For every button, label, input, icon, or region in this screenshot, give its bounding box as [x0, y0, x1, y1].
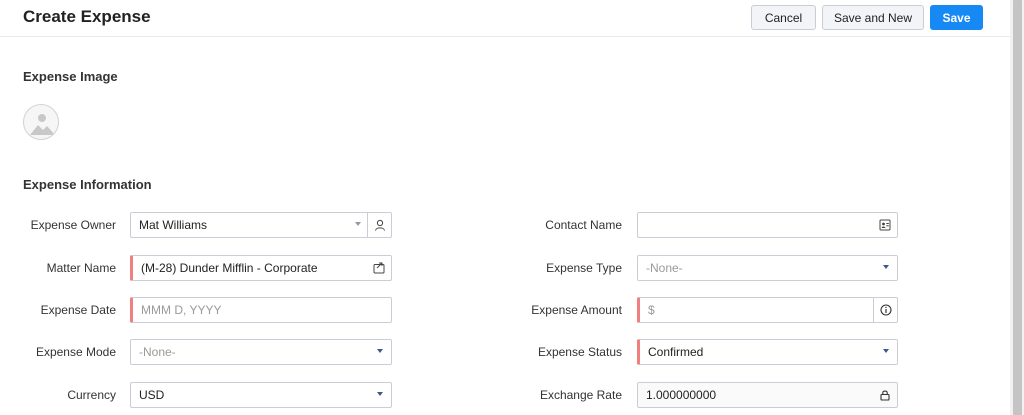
contact-name-label: Contact Name: [545, 218, 622, 232]
chevron-down-icon[interactable]: [355, 222, 361, 226]
expense-image-section-title: Expense Image: [23, 69, 118, 84]
expense-mode-label: Expense Mode: [35, 345, 116, 359]
expense-owner-value: Mat Williams: [139, 218, 207, 232]
expense-owner-label: Expense Owner: [30, 218, 116, 232]
expense-type-select[interactable]: -None-: [637, 255, 898, 281]
currency-label: Currency: [67, 388, 116, 402]
lookup-icon[interactable]: [371, 260, 387, 276]
currency-value: USD: [139, 388, 165, 402]
expense-date-field[interactable]: MMM D, YYYY: [130, 297, 392, 323]
currency-select[interactable]: USD: [130, 382, 392, 408]
chevron-down-icon[interactable]: [883, 349, 889, 353]
save-and-new-button[interactable]: Save and New: [822, 5, 924, 30]
expense-amount-field[interactable]: $: [637, 297, 898, 323]
image-upload-icon[interactable]: [23, 104, 59, 140]
save-button[interactable]: Save: [930, 5, 983, 30]
expense-date-placeholder: MMM D, YYYY: [141, 303, 222, 317]
page-header: Create Expense Cancel Save and New Save: [0, 0, 1010, 37]
contact-card-icon[interactable]: [877, 217, 893, 233]
expense-status-label: Expense Status: [537, 345, 622, 359]
expense-status-select[interactable]: Confirmed: [637, 339, 898, 365]
matter-name-field[interactable]: (M-28) Dunder Mifflin - Corporate: [130, 255, 392, 281]
cancel-button[interactable]: Cancel: [751, 5, 816, 30]
expense-amount-label: Expense Amount: [531, 303, 622, 317]
exchange-rate-value: 1.000000000: [646, 388, 717, 402]
user-icon[interactable]: [367, 213, 391, 237]
expense-date-label: Expense Date: [40, 303, 116, 317]
matter-name-value: (M-28) Dunder Mifflin - Corporate: [141, 261, 318, 275]
exchange-rate-label: Exchange Rate: [539, 388, 622, 402]
expense-type-label: Expense Type: [546, 261, 622, 275]
page-title: Create Expense: [23, 7, 151, 26]
info-icon[interactable]: [873, 298, 897, 322]
expense-owner-field[interactable]: Mat Williams: [130, 212, 392, 238]
vertical-scrollbar[interactable]: [1010, 0, 1024, 415]
exchange-rate-field: 1.000000000: [637, 382, 898, 408]
expense-status-value: Confirmed: [648, 345, 704, 359]
expense-information-section-title: Expense Information: [23, 177, 152, 192]
chevron-down-icon[interactable]: [377, 392, 383, 396]
expense-type-value: -None-: [646, 261, 683, 275]
expense-mode-select[interactable]: -None-: [130, 339, 392, 365]
chevron-down-icon[interactable]: [883, 265, 889, 269]
scrollbar-thumb[interactable]: [1013, 0, 1022, 415]
expense-mode-value: -None-: [139, 345, 176, 359]
lock-icon: [877, 387, 893, 403]
contact-name-field[interactable]: [637, 212, 898, 238]
expense-amount-placeholder: $: [648, 303, 655, 317]
chevron-down-icon[interactable]: [377, 349, 383, 353]
matter-name-label: Matter Name: [46, 261, 116, 275]
